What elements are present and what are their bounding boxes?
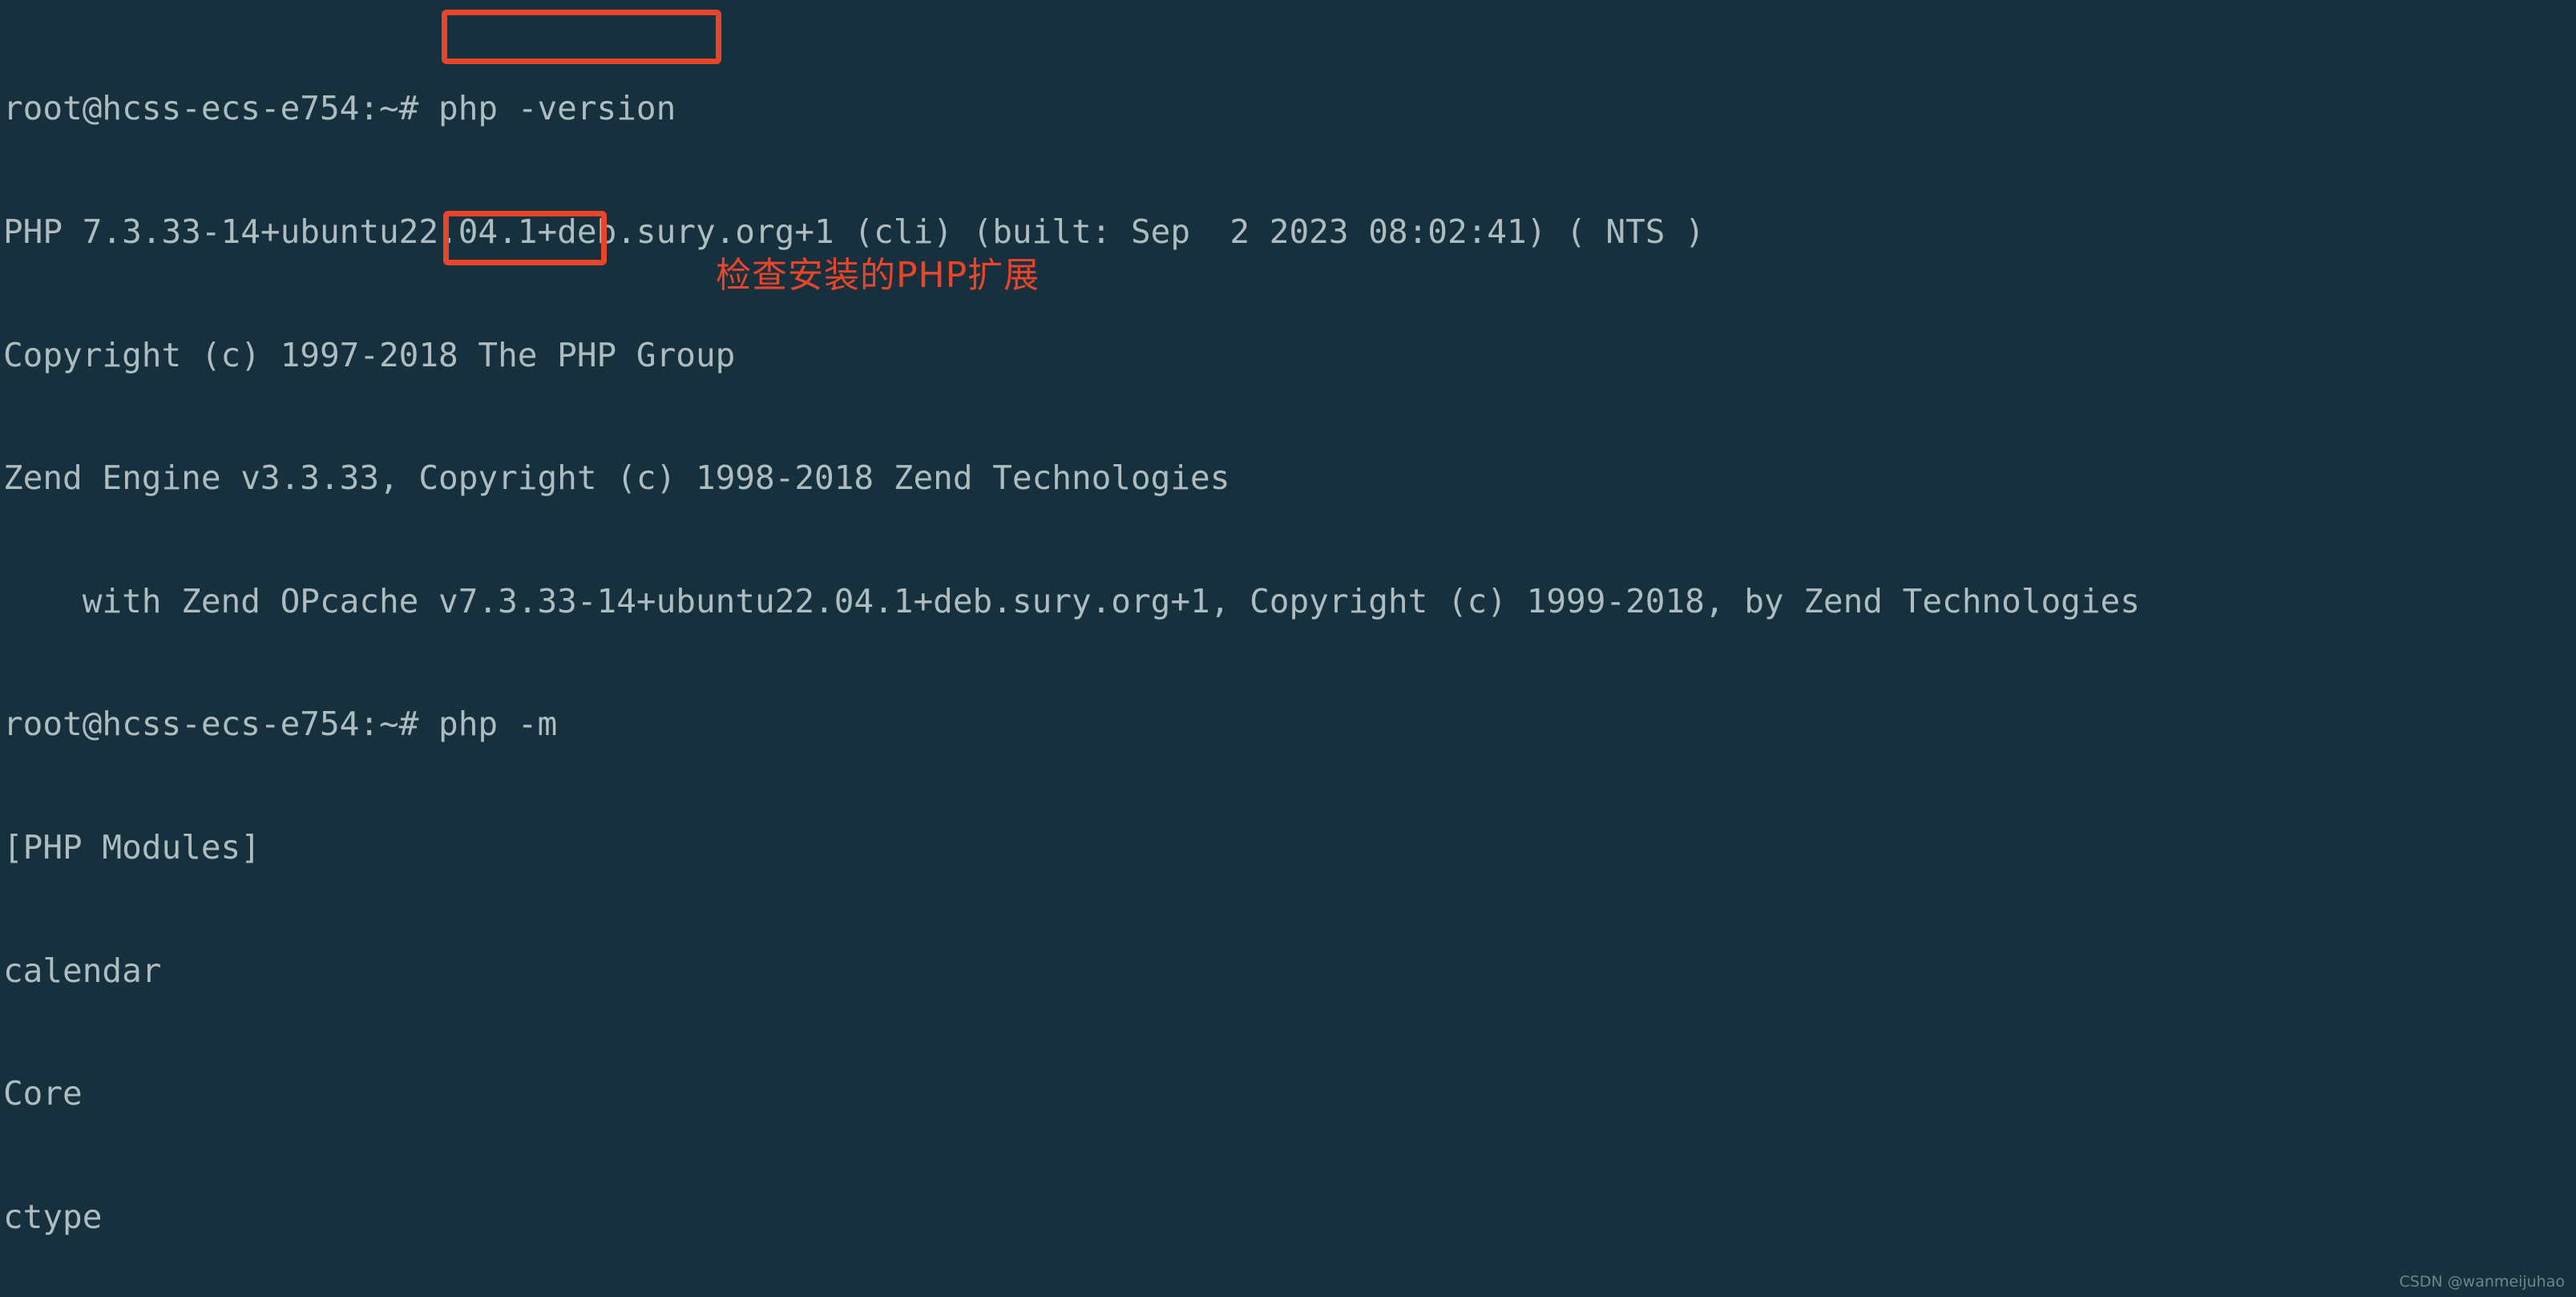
terminal-screen: root@hcss-ecs-e754:~# php -version PHP 7…	[0, 0, 2576, 1297]
terminal-line: root@hcss-ecs-e754:~# php -m	[3, 705, 558, 744]
terminal-line: PHP 7.3.33-14+ubuntu22.04.1+deb.sury.org…	[3, 212, 1705, 251]
terminal-line: with Zend OPcache v7.3.33-14+ubuntu22.04…	[3, 581, 2140, 620]
terminal-output[interactable]: root@hcss-ecs-e754:~# php -version PHP 7…	[0, 0, 2140, 1297]
terminal-line: ctype	[3, 1197, 103, 1236]
terminal-line: Copyright (c) 1997-2018 The PHP Group	[3, 335, 736, 374]
terminal-line: Core	[3, 1074, 83, 1113]
watermark: CSDN @wanmeijuhao	[2399, 1273, 2565, 1291]
terminal-line: calendar	[3, 951, 162, 990]
annotation-text: 检查安装的PHP扩展	[716, 255, 1040, 296]
terminal-line: Zend Engine v3.3.33, Copyright (c) 1998-…	[3, 459, 1230, 498]
terminal-line: root@hcss-ecs-e754:~# php -version	[3, 89, 676, 128]
terminal-line: [PHP Modules]	[3, 827, 260, 867]
